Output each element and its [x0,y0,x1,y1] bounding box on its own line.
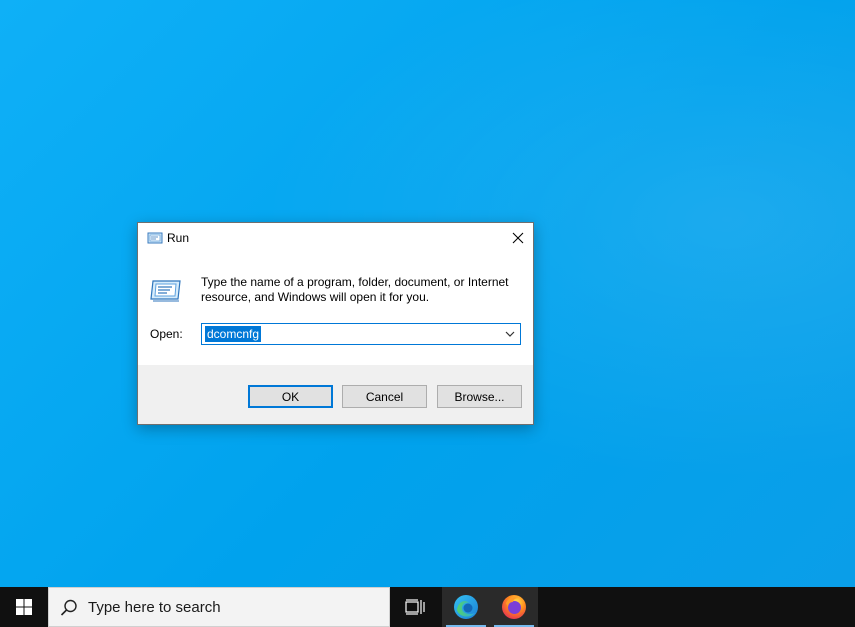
title-bar[interactable]: Run [138,223,533,253]
browse-button[interactable]: Browse... [437,385,522,408]
ok-button[interactable]: OK [248,385,333,408]
search-placeholder: Type here to search [88,599,221,616]
edge-icon [454,595,478,619]
chevron-down-icon [505,331,515,337]
desktop: Run Type the name of a program, folder, … [0,0,855,627]
taskbar-edge[interactable] [442,587,490,627]
open-input-value[interactable]: dcomcnfg [205,326,262,342]
task-view-button[interactable] [391,587,439,627]
taskbar: Type here to search [0,587,855,627]
cancel-button[interactable]: Cancel [342,385,427,408]
task-view-icon [405,599,425,615]
open-combobox[interactable]: dcomcnfg [201,323,521,345]
run-icon [147,232,163,244]
start-button[interactable] [0,587,48,627]
dialog-description: Type the name of a program, folder, docu… [201,275,509,304]
open-label: Open: [150,327,183,341]
close-button[interactable] [503,223,533,252]
run-dialog: Run Type the name of a program, folder, … [137,222,534,425]
run-program-icon [150,280,181,302]
close-icon [512,232,524,243]
windows-logo-icon [16,599,32,615]
dialog-title: Run [167,231,190,245]
firefox-icon [502,595,526,619]
dialog-footer: OK Cancel Browse... [138,365,533,424]
search-icon [60,599,77,616]
taskbar-firefox[interactable] [490,587,538,627]
dropdown-button[interactable] [502,326,518,342]
taskbar-search-box[interactable]: Type here to search [48,587,390,627]
